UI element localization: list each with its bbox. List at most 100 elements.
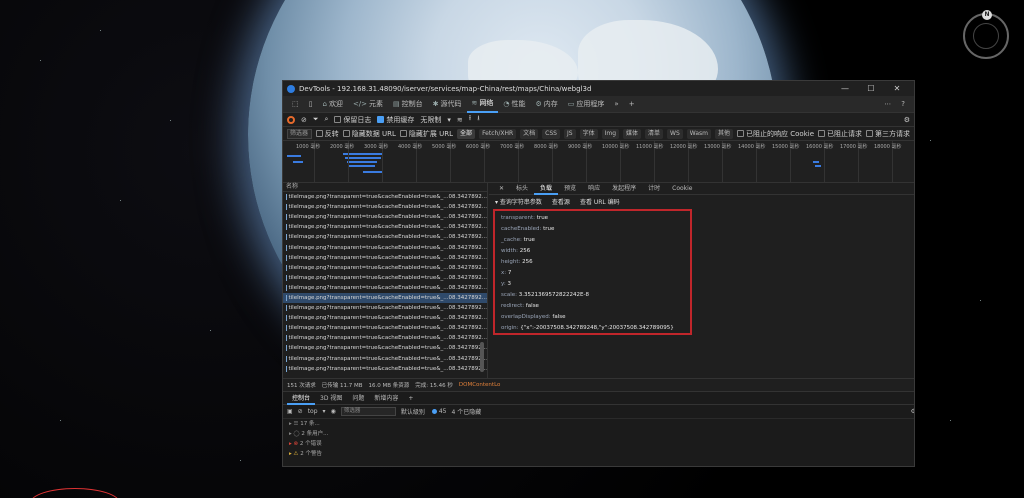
view-encoded-link[interactable]: 查看 URL 编码 (580, 197, 620, 206)
detail-tab[interactable]: Cookie (666, 182, 698, 195)
add-drawer-tab-icon[interactable]: + (403, 392, 418, 405)
filter-chip-other[interactable]: 其他 (715, 128, 734, 139)
console-filter-input[interactable]: 筛选器 (340, 407, 396, 416)
context-select[interactable]: top (308, 408, 318, 415)
request-row[interactable]: tileImage.png?transparent=true&cacheEnab… (283, 364, 487, 374)
invert-checkbox[interactable]: 反转 (315, 129, 339, 139)
sidebar-toggle-icon[interactable]: ▣ (287, 408, 293, 415)
chevron-down-icon[interactable]: ▾ (447, 116, 451, 124)
filter-icon[interactable]: ⏷ (313, 115, 319, 124)
network-conditions-icon[interactable]: ≋ (457, 116, 463, 124)
third-party-checkbox[interactable]: 第三方请求 (866, 129, 910, 139)
add-tab-icon[interactable]: + (624, 96, 640, 113)
chevron-down-icon[interactable]: ▾ (323, 408, 326, 415)
clear-icon[interactable]: ⊘ (301, 116, 307, 124)
tab-elements[interactable]: </> 元素 (348, 96, 388, 113)
minimize-button[interactable]: — (832, 84, 858, 93)
dom-content-loaded: DOMContentLo (458, 381, 501, 388)
throttle-select[interactable]: 无限制 (420, 115, 441, 125)
request-row[interactable]: tileImage.png?transparent=true&cacheEnab… (283, 263, 487, 273)
request-row[interactable]: tileImage.png?transparent=true&cacheEnab… (283, 333, 487, 343)
preserve-log-checkbox[interactable]: 保留日志 (334, 115, 371, 125)
help-icon[interactable]: ? (896, 96, 910, 113)
console-sidebar-item[interactable]: ▸ ◯ 2 条用户... (289, 429, 914, 439)
blocked-cookies-checkbox[interactable]: 已阻止的响应 Cookie (737, 129, 814, 139)
console-sidebar-item[interactable]: ▸ ☰ 17 条... (289, 419, 914, 429)
view-source-link[interactable]: 查看源 (552, 197, 570, 206)
detail-tab[interactable]: 负载 (534, 182, 559, 195)
drawer-tab[interactable]: 3D 视图 (315, 392, 347, 405)
tab-sources[interactable]: ✱ 源代码 (428, 96, 467, 113)
clear-console-icon[interactable]: ⊘ (298, 408, 303, 415)
filter-chip-js[interactable]: JS (563, 128, 576, 139)
request-row[interactable]: tileImage.png?transparent=true&cacheEnab… (283, 273, 487, 283)
hide-data-urls-checkbox[interactable]: 隐藏数据 URL (342, 129, 396, 139)
export-icon[interactable]: ⭳ (477, 114, 479, 125)
request-row[interactable]: tileImage.png?transparent=true&cacheEnab… (283, 202, 487, 212)
tab-welcome[interactable]: ⌂ 欢迎 (317, 96, 347, 113)
more-tabs-icon[interactable]: » (609, 96, 623, 113)
issues-badge[interactable]: 45 (430, 408, 446, 415)
filter-chip-fetch[interactable]: Fetch/XHR (479, 128, 517, 139)
filter-chip-all[interactable]: 全部 (457, 128, 476, 139)
tab-performance[interactable]: ◔ 性能 (498, 96, 530, 113)
detail-tab[interactable]: 计时 (642, 182, 666, 195)
filter-input[interactable]: 筛选器 (287, 128, 312, 139)
filter-chip-img[interactable]: Img (601, 128, 620, 139)
drawer-tab[interactable]: 控制台 (287, 392, 316, 405)
network-timeline-overview[interactable]: 1000 毫秒 2000 毫秒 3000 毫秒 4000 毫秒 5000 毫秒 6000 … (283, 141, 914, 183)
drawer-tab[interactable]: 问题 (347, 392, 369, 405)
detail-tab[interactable]: 发起程序 (606, 182, 642, 195)
record-icon[interactable] (287, 115, 295, 124)
tab-network[interactable]: ≋ 网络 (466, 96, 499, 113)
tab-application[interactable]: ▭ 应用程序 (563, 96, 610, 113)
device-toolbar-icon[interactable]: ▯ (304, 96, 318, 113)
import-icon[interactable]: ⭱ (469, 114, 471, 125)
request-row[interactable]: tileImage.png?transparent=true&cacheEnab… (283, 323, 487, 333)
search-icon[interactable]: ⌕ (324, 115, 328, 124)
filter-chip-css[interactable]: CSS (542, 128, 560, 139)
request-row[interactable]: tileImage.png?transparent=true&cacheEnab… (283, 232, 487, 242)
request-row[interactable]: tileImage.png?transparent=true&cacheEnab… (283, 292, 487, 304)
tab-memory[interactable]: ⚙ 内存 (531, 96, 563, 113)
request-row[interactable]: tileImage.png?transparent=true&cacheEnab… (283, 283, 487, 293)
detail-tab[interactable]: 预览 (558, 182, 582, 195)
settings-icon[interactable]: ⚙ (904, 116, 910, 124)
maximize-button[interactable]: ☐ (858, 84, 884, 93)
compass-widget[interactable]: N (963, 10, 1009, 59)
close-button[interactable]: ✕ (884, 84, 910, 93)
close-detail-icon[interactable]: ✕ (493, 182, 510, 195)
request-row[interactable]: tileImage.png?transparent=true&cacheEnab… (283, 303, 487, 313)
filter-chip-doc[interactable]: 文档 (520, 128, 539, 139)
column-header-name[interactable]: 名称 (283, 182, 487, 192)
more-options-icon[interactable]: ⋯ (879, 96, 896, 113)
hide-ext-urls-checkbox[interactable]: 隐藏扩展 URL (399, 129, 453, 139)
request-row[interactable]: tileImage.png?transparent=true&cacheEnab… (283, 253, 487, 263)
blocked-requests-checkbox[interactable]: 已阻止请求 (818, 129, 862, 139)
tab-console[interactable]: ▤ 控制台 (388, 96, 428, 113)
drawer-tab[interactable]: 新增内容 (369, 392, 403, 405)
filter-chip-wasm[interactable]: Wasm (686, 128, 711, 139)
request-row[interactable]: tileImage.png?transparent=true&cacheEnab… (283, 354, 487, 364)
log-level-select[interactable]: 默认级别 (401, 407, 425, 416)
filter-chip-font[interactable]: 字体 (579, 128, 598, 139)
request-row[interactable]: tileImage.png?transparent=true&cacheEnab… (283, 343, 487, 353)
request-row[interactable]: tileImage.png?transparent=true&cacheEnab… (283, 212, 487, 222)
filter-chip-media[interactable]: 媒体 (623, 128, 642, 139)
request-row[interactable]: tileImage.png?transparent=true&cacheEnab… (283, 242, 487, 252)
disable-cache-checkbox[interactable]: 禁用缓存 (377, 115, 414, 125)
settings-icon[interactable]: ⚙ (911, 408, 914, 415)
section-title[interactable]: ▾ 查询字符串参数 (495, 197, 542, 206)
inspect-icon[interactable]: ⬚ (287, 96, 304, 113)
detail-tab[interactable]: 标头 (510, 182, 534, 195)
request-row[interactable]: tileImage.png?transparent=true&cacheEnab… (283, 192, 487, 202)
request-row[interactable]: tileImage.png?transparent=true&cacheEnab… (283, 222, 487, 232)
request-list-scrollbar[interactable] (480, 342, 484, 372)
request-row[interactable]: tileImage.png?transparent=true&cacheEnab… (283, 313, 487, 323)
filter-chip-ws[interactable]: WS (667, 128, 683, 139)
detail-tab[interactable]: 响应 (582, 182, 606, 195)
eye-icon[interactable]: ◉ (331, 408, 336, 415)
filter-chip-manifest[interactable]: 清单 (645, 128, 664, 139)
console-sidebar-item[interactable]: ▸ ⚠ 2 个警告 (289, 449, 914, 459)
console-sidebar-item[interactable]: ▸ ⊗ 2 个错误 (289, 439, 914, 449)
